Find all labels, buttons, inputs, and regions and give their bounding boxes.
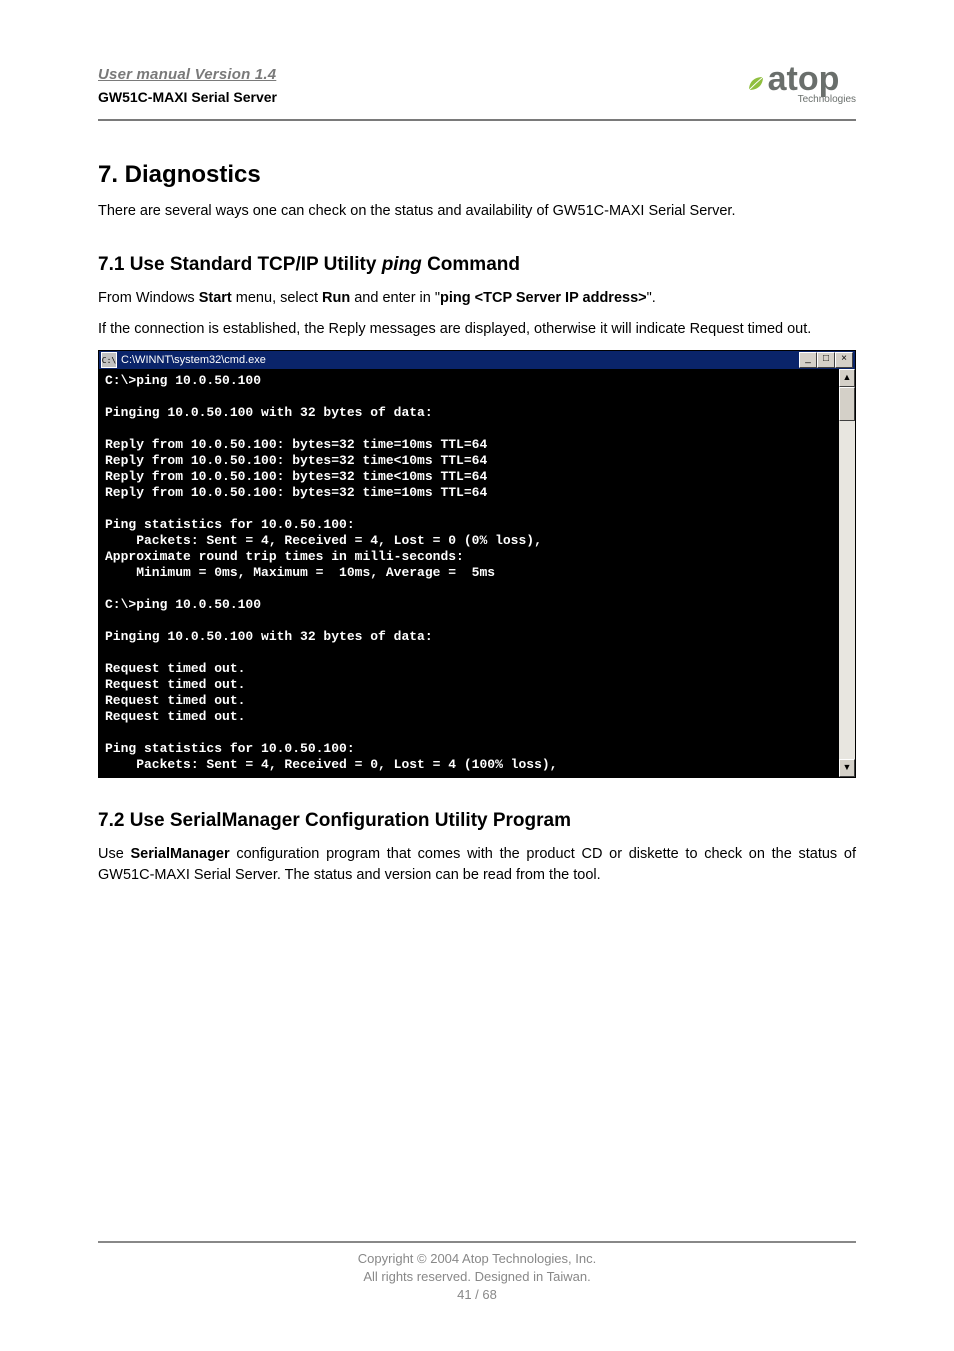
heading-text-pre: 7.1 Use Standard TCP/IP Utility: [98, 254, 382, 275]
p1-bold-cmd: ping <TCP Server IP address>: [440, 290, 647, 306]
header-divider: [98, 119, 856, 121]
close-button[interactable]: ×: [835, 352, 853, 368]
paragraph-7-1-a: From Windows Start menu, select Run and …: [98, 288, 856, 309]
copyright-line: Copyright © 2004 Atop Technologies, Inc.: [98, 1251, 856, 1266]
paragraph-7-1-b: If the connection is established, the Re…: [98, 319, 856, 340]
p1-bold-run: Run: [322, 290, 350, 306]
product-name: GW51C-MAXI Serial Server: [98, 89, 277, 105]
company-logo: atop Technologies: [746, 62, 856, 105]
p2-pre: Use: [98, 846, 131, 862]
p1-bold-start: Start: [199, 290, 232, 306]
subsection-7-1-heading: 7.1 Use Standard TCP/IP Utility ping Com…: [98, 254, 856, 276]
leaf-icon: [746, 75, 766, 93]
scroll-track[interactable]: [839, 387, 855, 759]
heading-text-em: ping: [382, 254, 422, 275]
section-heading: 7. Diagnostics: [98, 161, 856, 189]
cmd-titlebar[interactable]: C:\ C:\WINNT\system32\cmd.exe _ □ ×: [99, 351, 855, 369]
heading-text-post: Command: [422, 254, 520, 275]
scroll-up-button[interactable]: ▲: [839, 369, 855, 387]
scroll-thumb[interactable]: [839, 387, 855, 421]
page-number: 41 / 68: [98, 1287, 856, 1302]
p1-mid2: and enter in ": [350, 290, 440, 306]
maximize-button[interactable]: □: [817, 352, 835, 368]
logo-subtext: Technologies: [798, 94, 856, 105]
cmd-icon: C:\: [101, 352, 117, 368]
p2-bold: SerialManager: [131, 846, 230, 862]
minimize-button[interactable]: _: [799, 352, 817, 368]
page-header: User manual Version 1.4 GW51C-MAXI Seria…: [98, 62, 856, 105]
manual-title: User manual Version 1.4: [98, 66, 277, 83]
cmd-output: C:\>ping 10.0.50.100 Pinging 10.0.50.100…: [99, 369, 839, 777]
rights-line: All rights reserved. Designed in Taiwan.: [98, 1269, 856, 1284]
page-footer: Copyright © 2004 Atop Technologies, Inc.…: [98, 1241, 856, 1305]
cmd-title-text: C:\WINNT\system32\cmd.exe: [121, 354, 266, 366]
subsection-7-2-heading: 7.2 Use SerialManager Configuration Util…: [98, 810, 856, 832]
scrollbar[interactable]: ▲ ▼: [839, 369, 855, 777]
p1-post: ".: [647, 290, 656, 306]
footer-divider: [98, 1241, 856, 1243]
paragraph-7-2: Use SerialManager configuration program …: [98, 844, 856, 886]
cmd-window: C:\ C:\WINNT\system32\cmd.exe _ □ × C:\>…: [98, 350, 856, 778]
p1-pre: From Windows: [98, 290, 199, 306]
section-intro: There are several ways one can check on …: [98, 201, 856, 222]
logo-text: atop: [768, 62, 856, 96]
p1-mid: menu, select: [232, 290, 322, 306]
scroll-down-button[interactable]: ▼: [839, 759, 855, 777]
